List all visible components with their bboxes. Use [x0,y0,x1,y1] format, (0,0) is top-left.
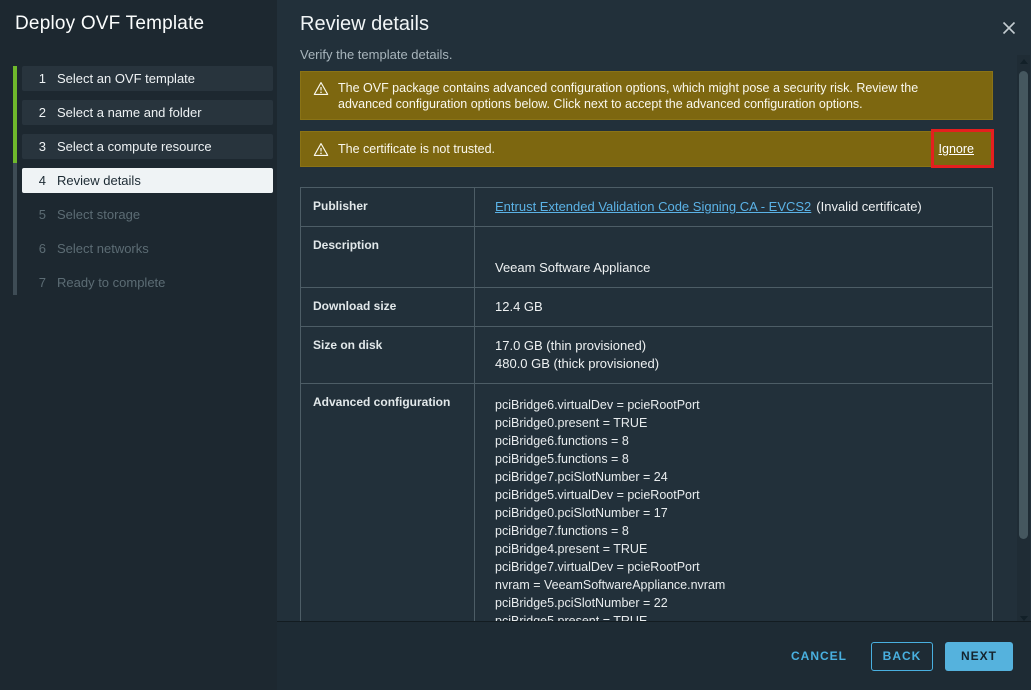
step-number: 2 [34,100,46,125]
scroll-up-arrow-icon[interactable] [1017,55,1030,69]
table-row-advanced-configuration: Advanced configuration pciBridge6.virtua… [301,384,992,621]
publisher-certificate-link[interactable]: Entrust Extended Validation Code Signing… [495,199,811,214]
step-number: 6 [34,236,46,261]
invalid-certificate-note: (Invalid certificate) [816,199,921,214]
step-number: 3 [34,134,46,159]
warning-text: The OVF package contains advanced config… [338,80,938,112]
value-line: pciBridge5.functions = 8 [495,450,972,468]
row-value: pciBridge6.virtualDev = pcieRootPortpciB… [475,384,992,621]
value-line: pciBridge6.functions = 8 [495,432,972,450]
table-row-description: Description Veeam Software Appliance [301,227,992,288]
value-line: pciBridge5.virtualDev = pcieRootPort [495,486,972,504]
step-label: Select an OVF template [57,71,195,86]
value-line: pciBridge6.virtualDev = pcieRootPort [495,396,972,414]
step-label: Select a compute resource [57,139,212,154]
step-label: Ready to complete [57,275,165,290]
row-value: 17.0 GB (thin provisioned)480.0 GB (thic… [475,327,992,383]
vertical-scrollbar[interactable] [1017,55,1030,625]
progress-bar-completed [13,66,17,163]
row-label: Advanced configuration [301,384,475,621]
ignore-link[interactable]: Ignore [939,141,980,157]
value-line: pciBridge7.functions = 8 [495,522,972,540]
value-line: pciBridge5.pciSlotNumber = 22 [495,594,972,612]
value-line: 17.0 GB (thin provisioned) [495,337,972,355]
wizard-footer: CANCEL BACK NEXT [277,621,1031,690]
wizard-content: Review details Verify the template detai… [277,0,1031,690]
row-value: Veeam Software Appliance [475,227,992,287]
step-label: Select a name and folder [57,105,202,120]
template-details-table: Publisher Entrust Extended Validation Co… [300,187,993,621]
dialog-title: Deploy OVF Template [15,13,204,35]
sidebar-step-select-name-folder[interactable]: 2 Select a name and folder [22,100,273,125]
step-number: 1 [34,66,46,91]
table-row-publisher: Publisher Entrust Extended Validation Co… [301,188,992,227]
row-value: Entrust Extended Validation Code Signing… [475,188,992,226]
value-line: nvram = VeeamSoftwareAppliance.nvram [495,576,972,594]
progress-bar-remaining [13,163,17,295]
cancel-button[interactable]: CANCEL [789,643,849,669]
value-line: pciBridge7.pciSlotNumber = 24 [495,468,972,486]
step-label: Review details [57,173,141,188]
certificate-warning-banner: The certificate is not trusted. Ignore [300,131,993,167]
page-title: Review details [300,13,429,36]
next-button[interactable]: NEXT [945,642,1013,671]
sidebar-step-select-networks: 6 Select networks [22,236,273,261]
value-line: pciBridge7.virtualDev = pcieRootPort [495,558,972,576]
value-line: 480.0 GB (thick provisioned) [495,355,972,373]
value-line: pciBridge5.present = TRUE [495,612,972,621]
table-row-download-size: Download size 12.4 GB [301,288,992,327]
sidebar-step-review-details[interactable]: 4 Review details [22,168,273,193]
close-icon[interactable] [1001,20,1019,38]
deploy-ovf-template-dialog: Deploy OVF Template 1 Select an OVF templ… [0,0,1031,690]
warning-triangle-icon [313,81,329,96]
wizard-sidebar: Deploy OVF Template 1 Select an OVF templ… [0,0,277,690]
row-label: Size on disk [301,327,475,383]
value-line: pciBridge0.pciSlotNumber = 17 [495,504,972,522]
wizard-steps: 1 Select an OVF template 2 Select a name a… [13,66,273,304]
sidebar-step-select-compute-resource[interactable]: 3 Select a compute resource [22,134,273,159]
row-label: Download size [301,288,475,326]
row-label: Publisher [301,188,475,226]
value-line: pciBridge0.present = TRUE [495,414,972,432]
step-label: Select networks [57,241,149,256]
step-number: 4 [34,168,46,193]
sidebar-step-ready-to-complete: 7 Ready to complete [22,270,273,295]
row-value: 12.4 GB [475,288,992,326]
security-risk-warning-banner: The OVF package contains advanced config… [300,71,993,120]
back-button[interactable]: BACK [871,642,933,671]
warning-text: The certificate is not trusted. [338,141,938,157]
step-number: 7 [34,270,46,295]
sidebar-step-select-storage: 5 Select storage [22,202,273,227]
row-label: Description [301,227,475,287]
page-subtitle: Verify the template details. [300,47,452,62]
table-row-size-on-disk: Size on disk 17.0 GB (thin provisioned)4… [301,327,992,384]
scrollbar-thumb[interactable] [1019,71,1028,539]
step-label: Select storage [57,207,140,222]
sidebar-step-select-ovf-template[interactable]: 1 Select an OVF template [22,66,273,91]
step-number: 5 [34,202,46,227]
warning-triangle-icon [313,142,329,157]
value-line: pciBridge4.present = TRUE [495,540,972,558]
